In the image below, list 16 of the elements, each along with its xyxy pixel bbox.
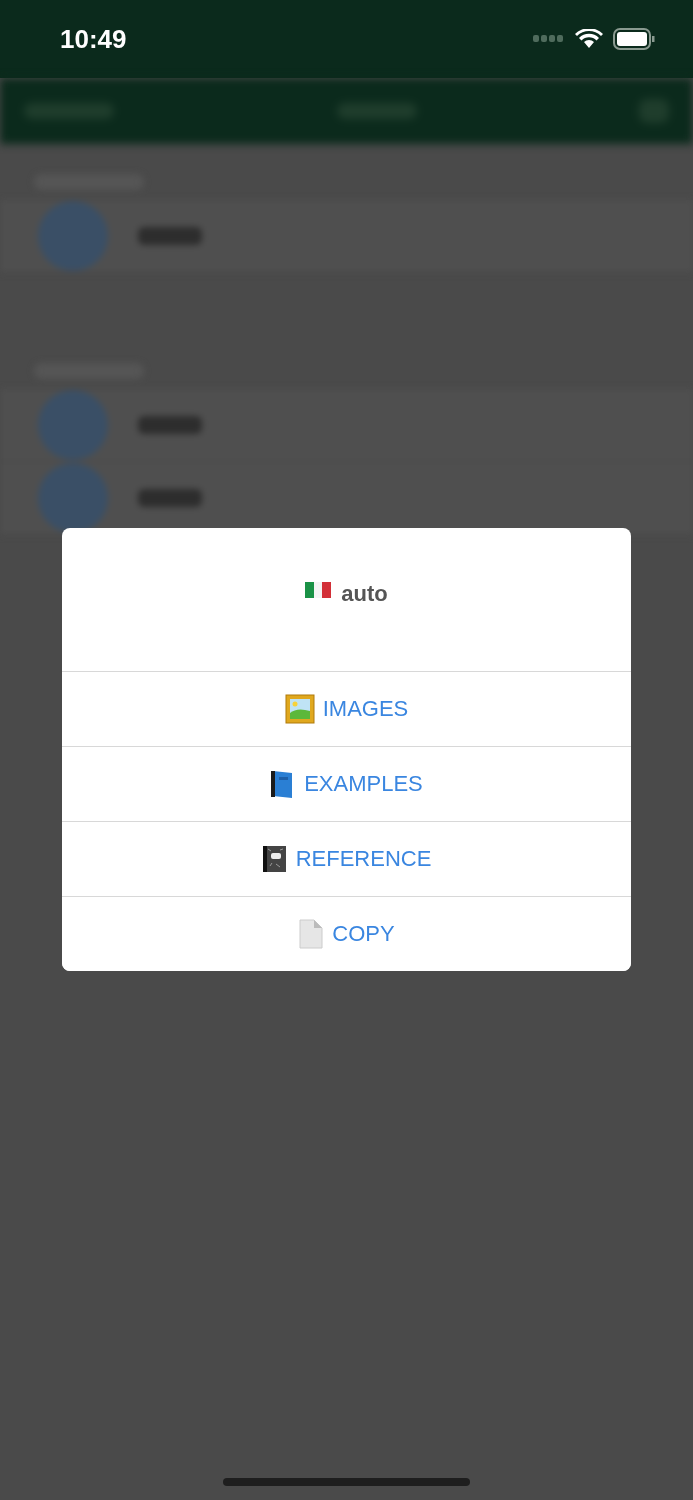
battery-icon (613, 28, 655, 50)
status-time: 10:49 (60, 23, 127, 55)
dialog-title: auto (341, 580, 388, 608)
signal-icon (533, 35, 565, 43)
blurred-text (138, 416, 202, 434)
document-icon (298, 919, 325, 949)
circle-icon (38, 390, 108, 460)
flag-icon (305, 580, 332, 600)
action-button[interactable]: COPY (62, 896, 631, 971)
blurred-text (138, 227, 202, 245)
circle-icon (38, 463, 108, 533)
circle-icon (38, 201, 108, 271)
notebook-icon (261, 844, 288, 874)
framed-picture-icon (284, 694, 315, 724)
wifi-icon (575, 29, 603, 49)
blurred-text (138, 489, 202, 507)
